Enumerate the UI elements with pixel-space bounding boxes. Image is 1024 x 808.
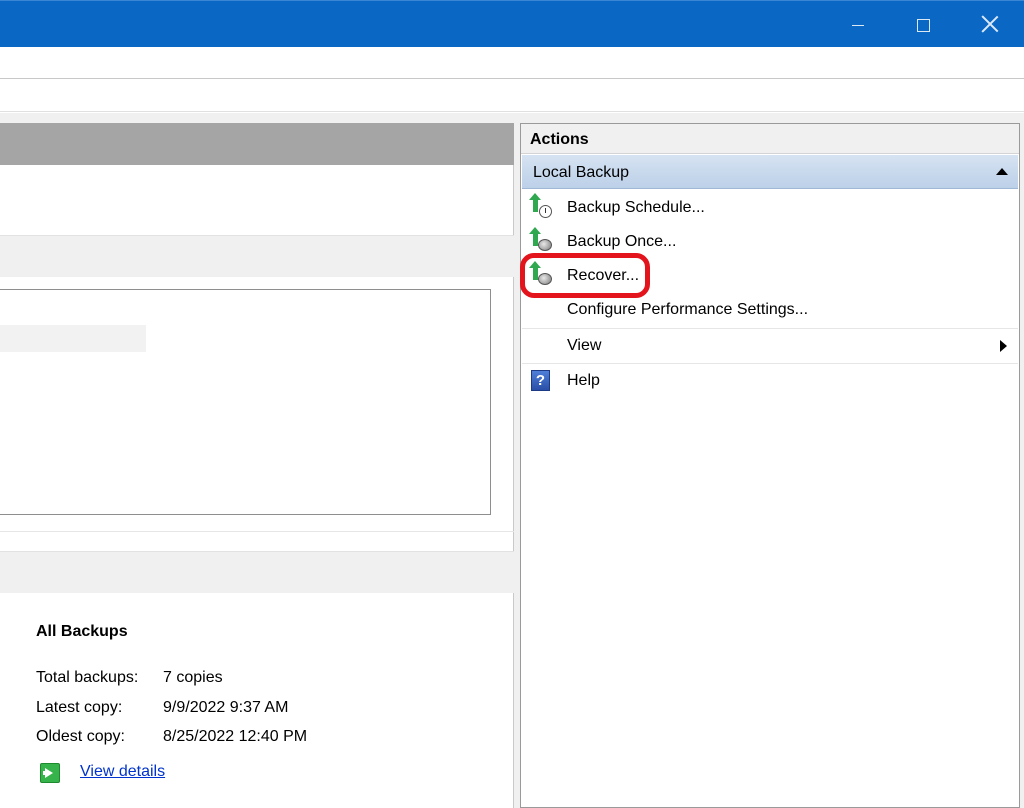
help-action[interactable]: ? Help	[522, 363, 1018, 397]
toolbar	[0, 80, 1024, 112]
chevron-right-icon	[1000, 340, 1007, 352]
collapse-up-icon[interactable]	[996, 168, 1008, 175]
help-label: Help	[567, 372, 600, 389]
close-icon	[981, 15, 999, 33]
total-backups-label: Total backups:	[36, 669, 139, 686]
view-details-icon[interactable]	[40, 763, 60, 783]
actions-header: Actions	[521, 124, 1019, 154]
maximize-button[interactable]	[890, 1, 956, 48]
total-backups-value: 7 copies	[163, 669, 223, 686]
close-button[interactable]	[956, 1, 1022, 48]
title-bar	[0, 0, 1024, 47]
recover-icon	[529, 261, 553, 286]
main-pane: All Backups Total backups: 7 copies Late…	[0, 123, 514, 808]
divider	[0, 531, 514, 532]
actions-title: Actions	[530, 131, 589, 148]
backup-schedule-icon	[529, 193, 553, 218]
backup-once-label: Backup Once...	[567, 233, 677, 250]
minimize-icon	[852, 25, 864, 26]
configure-performance-label: Configure Performance Settings...	[567, 301, 809, 318]
view-action[interactable]: View	[522, 328, 1018, 362]
local-backup-group-header[interactable]: Local Backup	[522, 155, 1018, 189]
backup-once-action[interactable]: Backup Once...	[522, 225, 1018, 259]
recover-label: Recover...	[567, 267, 640, 284]
backups-section-header	[0, 551, 514, 593]
latest-copy-label: Latest copy:	[36, 699, 123, 716]
menu-bar	[0, 47, 1024, 79]
main-pane-header	[0, 123, 514, 165]
backup-once-icon	[529, 227, 553, 252]
all-backups-title: All Backups	[36, 623, 128, 640]
maximize-icon	[917, 19, 930, 32]
messages-section-header	[0, 235, 514, 277]
work-area: All Backups Total backups: 7 copies Late…	[0, 113, 1024, 808]
view-label: View	[567, 337, 602, 354]
backup-schedule-label: Backup Schedule...	[567, 199, 705, 216]
backup-schedule-action[interactable]: Backup Schedule...	[522, 191, 1018, 225]
messages-list[interactable]	[0, 289, 491, 515]
list-item[interactable]	[0, 325, 146, 352]
view-details-link[interactable]: View details	[80, 763, 165, 781]
latest-copy-value: 9/9/2022 9:37 AM	[163, 699, 289, 716]
oldest-copy-value: 8/25/2022 12:40 PM	[163, 728, 308, 745]
actions-pane: Actions Local Backup Backup Schedule... …	[520, 123, 1020, 808]
recover-action[interactable]: Recover...	[522, 259, 1018, 293]
help-icon: ?	[531, 370, 550, 391]
configure-performance-action[interactable]: Configure Performance Settings...	[522, 293, 1018, 327]
local-backup-label: Local Backup	[533, 164, 630, 181]
minimize-button[interactable]	[826, 1, 892, 48]
oldest-copy-label: Oldest copy:	[36, 728, 125, 745]
list-item[interactable]	[0, 291, 146, 318]
